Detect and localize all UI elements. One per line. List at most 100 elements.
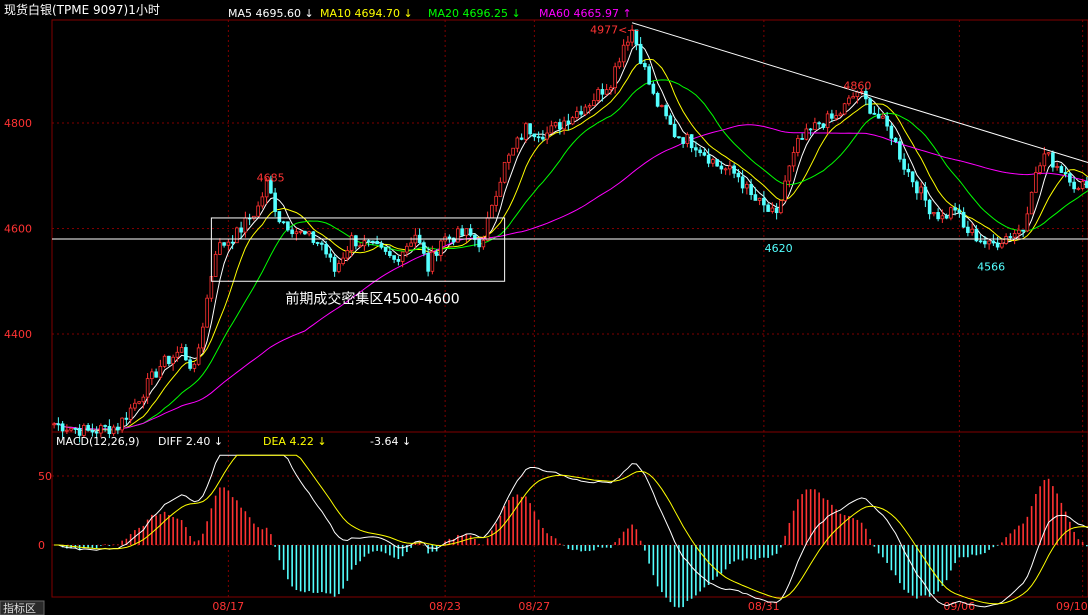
candle-body <box>617 61 622 68</box>
date-tick-label: 08/17 <box>212 600 244 613</box>
macd-diff-label: DIFF 2.40 ↓ <box>158 435 223 448</box>
candle-body <box>222 242 226 246</box>
date-tick-label: 08/23 <box>429 600 461 613</box>
candle-body <box>1029 191 1034 215</box>
diff-line <box>54 454 1088 608</box>
candle-body <box>762 197 766 206</box>
macd-tick-label: 50 <box>38 470 52 483</box>
candle-body <box>150 371 154 380</box>
price-panel-frame <box>51 19 1088 433</box>
candle-body <box>660 105 664 107</box>
ma5-line <box>54 44 1088 432</box>
candle-body <box>60 423 65 432</box>
candle-body <box>541 136 545 140</box>
candle-body <box>570 117 575 125</box>
candle-body <box>447 236 452 239</box>
candle-body <box>456 228 460 243</box>
candle-body <box>65 429 69 432</box>
candle-body <box>277 211 282 223</box>
candle-body <box>757 197 762 201</box>
candle-body <box>375 241 379 245</box>
candle-body <box>405 245 409 253</box>
candle-body <box>379 243 384 248</box>
candle-body <box>392 255 396 260</box>
candle-body <box>171 356 175 364</box>
candle-body <box>583 106 588 115</box>
indicator-tab-label: 指标区 <box>3 601 36 615</box>
candle-body <box>851 96 855 99</box>
candle-body <box>128 407 133 420</box>
candle-body <box>694 147 698 151</box>
candle-body <box>145 378 150 398</box>
candle-body <box>740 176 745 189</box>
candle-body <box>184 347 188 361</box>
candle-body <box>987 240 991 245</box>
candle-body <box>668 115 673 125</box>
candle-body <box>179 347 184 353</box>
candle-body <box>736 172 741 178</box>
date-tick-label: 08/27 <box>518 600 550 613</box>
candle-body <box>600 89 605 95</box>
macd-axis: 50 0 <box>38 470 52 552</box>
candle-body <box>1017 229 1021 234</box>
candle-body <box>770 207 775 212</box>
candle-body <box>804 128 809 140</box>
date-tick-label: 09/10 <box>1056 600 1088 613</box>
candle-body <box>672 123 677 138</box>
dea-line <box>54 454 1088 605</box>
candle-body <box>320 242 324 245</box>
candle-body <box>885 115 889 127</box>
candle-body <box>893 137 898 143</box>
macd-name: MACD(12,26,9) <box>56 435 140 448</box>
candle-body <box>817 122 821 125</box>
candle-body <box>970 228 974 233</box>
candle-body <box>103 425 107 427</box>
candle-body <box>188 359 192 369</box>
candle-body <box>409 242 413 247</box>
candle-body <box>808 128 813 131</box>
candle-body <box>566 120 571 125</box>
price-tick-label: 4600 <box>4 223 32 236</box>
candle-body <box>290 229 294 235</box>
macd-dea-label: DEA 4.22 ↓ <box>263 435 327 448</box>
candle-body <box>991 240 996 244</box>
candle-body <box>855 91 860 97</box>
candle-body <box>774 207 779 214</box>
candle-body <box>698 149 702 154</box>
candle-body <box>460 228 464 236</box>
candle-body <box>192 363 197 369</box>
candle-body <box>753 194 758 201</box>
candle-body <box>90 429 95 433</box>
candle-body <box>298 230 303 233</box>
candle-body <box>596 89 600 101</box>
candle-body <box>651 83 656 94</box>
candle-body <box>681 137 685 144</box>
candle-body <box>949 207 953 219</box>
candle-body <box>609 87 613 91</box>
candle-body <box>664 105 668 117</box>
candle-body <box>260 196 265 207</box>
macd-tick-label: 0 <box>38 539 45 552</box>
candle-body <box>796 138 800 153</box>
candle-body <box>621 44 626 63</box>
candle-body <box>1046 152 1051 155</box>
candle-body <box>1068 173 1072 183</box>
candle-body <box>1059 166 1064 173</box>
candle-body <box>99 425 103 434</box>
candle-body <box>311 231 316 243</box>
ma-legend-item-3: MA60 4665.97 ↑ <box>539 7 632 20</box>
candle-body <box>515 137 520 149</box>
candle-body <box>56 423 61 426</box>
candle-body <box>927 199 932 215</box>
candle-body <box>477 239 481 248</box>
candle-body <box>957 209 962 213</box>
candle-body <box>685 134 690 144</box>
candle-body <box>396 259 401 262</box>
candle-body <box>162 355 167 367</box>
candle-body <box>226 241 231 246</box>
candle-body <box>575 111 579 118</box>
candle-body <box>494 195 498 206</box>
candle-body <box>201 326 205 349</box>
candle-body <box>111 426 116 435</box>
candle-body <box>838 113 843 117</box>
